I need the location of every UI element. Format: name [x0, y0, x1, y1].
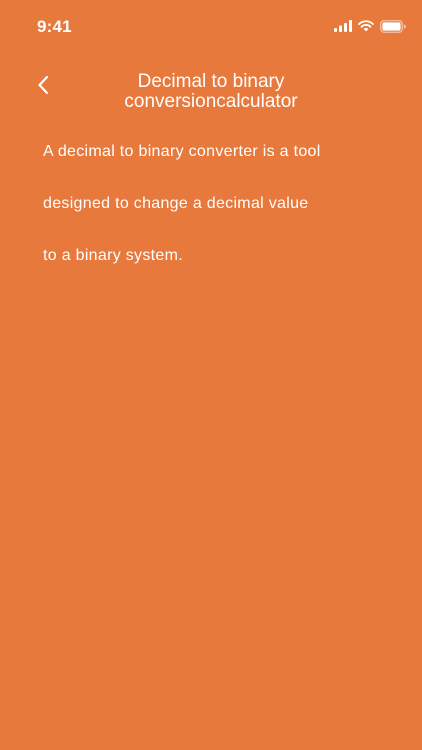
wifi-icon	[358, 20, 374, 32]
description-line: to a binary system.	[43, 247, 183, 264]
description-line: designed to change a decimal value	[43, 195, 309, 212]
back-button[interactable]	[28, 72, 58, 102]
status-icons	[334, 19, 406, 33]
battery-icon	[380, 19, 406, 33]
chevron-left-icon	[36, 74, 50, 101]
page-title-line-2: conversioncalculator	[124, 91, 298, 112]
description-line: A decimal to binary converter is a tool	[43, 143, 321, 160]
signal-icon	[334, 20, 352, 32]
page-title-line-1: Decimal to binary	[137, 71, 285, 92]
status-time: 9:41	[37, 17, 72, 36]
nav-bar: Decimal to binary conversioncalculator	[0, 62, 422, 118]
status-bar: 9:41	[0, 0, 422, 50]
description: A decimal to binary converter is a tool …	[43, 126, 393, 282]
page-title: Decimal to binary conversioncalculator	[70, 72, 352, 112]
